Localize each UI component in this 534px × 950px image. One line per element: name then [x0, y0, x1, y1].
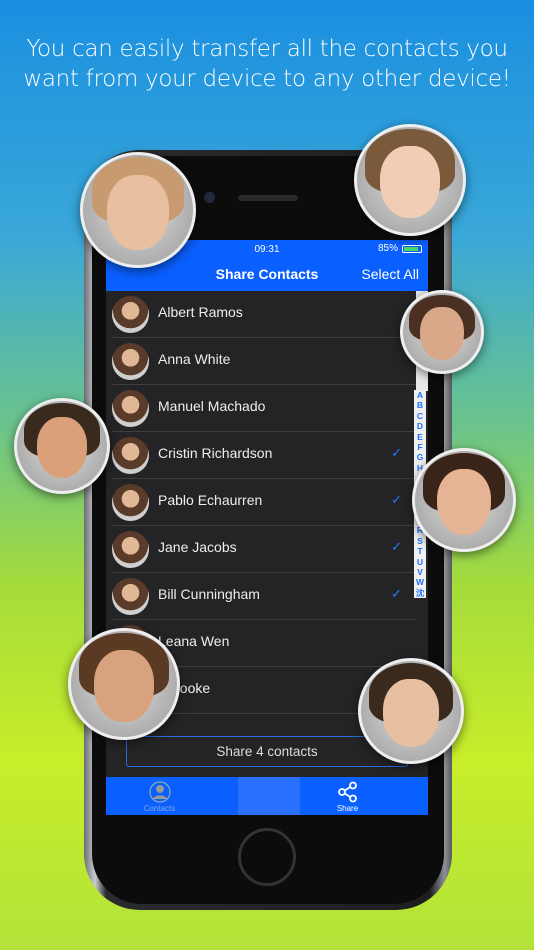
- index-letter[interactable]: D: [417, 421, 423, 431]
- status-time: 09:31: [254, 244, 280, 255]
- index-letter[interactable]: B: [417, 400, 423, 410]
- index-letter[interactable]: 沈: [416, 588, 425, 598]
- battery-icon: [402, 244, 422, 253]
- tab-bar: Contacts Share: [106, 777, 428, 815]
- speaker: [238, 195, 298, 201]
- contact-avatar: [112, 484, 149, 521]
- person-icon: [148, 781, 171, 803]
- profile-photo: [400, 290, 484, 374]
- checkmark-icon: ✓: [391, 445, 402, 460]
- contact-avatar: [112, 343, 149, 380]
- checkmark-icon: ✓: [391, 586, 402, 601]
- contact-name: Manuel Machado: [158, 398, 266, 414]
- tab-share-label: Share: [336, 804, 359, 813]
- index-letter[interactable]: V: [417, 567, 423, 577]
- index-letter[interactable]: T: [417, 546, 422, 556]
- headline-line-1: You can easily transfer all the contacts…: [26, 36, 508, 62]
- contact-avatar: [112, 437, 149, 474]
- home-button: [238, 828, 296, 886]
- share-contacts-button[interactable]: Share 4 contacts: [126, 736, 408, 767]
- index-letter[interactable]: F: [417, 442, 422, 452]
- profile-photo: [68, 628, 180, 740]
- tab-contacts-label: Contacts: [143, 804, 176, 813]
- tab-middle[interactable]: [238, 777, 300, 815]
- contact-name: Pablo Echaurren: [158, 492, 263, 508]
- index-letter[interactable]: U: [417, 557, 423, 567]
- contact-name: Cristin Richardson: [158, 445, 273, 461]
- contact-name: Albert Ramos: [158, 304, 243, 320]
- contact-avatar: [112, 531, 149, 568]
- contact-name: Jane Jacobs: [158, 539, 237, 555]
- headline-line-2: want from your device to any other devic…: [23, 66, 511, 92]
- contact-name: Leana Wen: [158, 633, 230, 649]
- index-letter[interactable]: G: [417, 452, 424, 462]
- index-letter[interactable]: E: [417, 432, 423, 442]
- contact-row[interactable]: Anna White: [112, 338, 416, 385]
- contact-avatar: [112, 296, 149, 333]
- contact-avatar: [112, 390, 149, 427]
- select-all-button[interactable]: Select All: [361, 266, 419, 282]
- contact-name: Bill Cunningham: [158, 586, 260, 602]
- profile-photo: [14, 398, 110, 494]
- contact-name: Anna White: [158, 351, 231, 367]
- contact-avatar: [112, 578, 149, 615]
- profile-photo: [80, 152, 196, 268]
- contact-row[interactable]: Albert Ramos: [112, 291, 416, 338]
- contact-row[interactable]: Pablo Echaurren ✓: [112, 479, 416, 526]
- share-icon: [337, 781, 357, 803]
- contact-row[interactable]: Cristin Richardson ✓: [112, 432, 416, 479]
- contact-row[interactable]: Jane Jacobs ✓: [112, 526, 416, 573]
- profile-photo: [358, 658, 464, 764]
- tab-share[interactable]: Share: [294, 777, 401, 815]
- tab-contacts[interactable]: Contacts: [106, 777, 213, 815]
- index-letter[interactable]: C: [417, 411, 423, 421]
- index-letter[interactable]: A: [417, 390, 423, 400]
- headline: You can easily transfer all the contacts…: [0, 34, 534, 94]
- checkmark-icon: ✓: [391, 492, 402, 507]
- contact-row[interactable]: Manuel Machado: [112, 385, 416, 432]
- index-letter[interactable]: W: [416, 577, 424, 587]
- profile-photo: [412, 448, 516, 552]
- battery-percent: 85%: [377, 243, 398, 254]
- camera: [204, 192, 215, 203]
- profile-photo: [354, 124, 466, 236]
- index-letter[interactable]: S: [417, 536, 423, 546]
- checkmark-icon: ✓: [391, 539, 402, 554]
- contact-row[interactable]: Bill Cunningham ✓: [112, 573, 416, 620]
